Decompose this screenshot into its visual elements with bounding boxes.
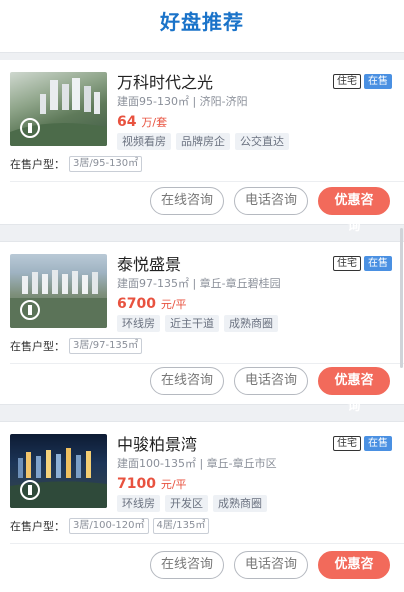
unit-chip: 3居/100-120㎡ (69, 518, 149, 534)
phone-consult-button[interactable]: 电话咨询 (234, 187, 308, 215)
page-title: 好盘推荐 (160, 10, 244, 34)
listing-badges: 住宅 在售 (333, 74, 392, 89)
phone-consult-button[interactable]: 电话咨询 (234, 367, 308, 395)
listing-badges: 住宅 在售 (333, 256, 392, 271)
feature-tag: 环线房 (117, 495, 160, 512)
price-value: 7100 (117, 476, 156, 492)
section-divider (0, 52, 404, 60)
discount-consult-button[interactable]: 优惠咨询 (318, 187, 390, 234)
online-consult-button[interactable]: 在线咨询 (150, 551, 224, 579)
listing-meta: 建面100-135㎡ | 章丘-章丘市区 (117, 457, 277, 470)
feature-tag: 视频看房 (117, 133, 171, 150)
action-buttons: 在线咨询 电话咨询 优惠咨询 (150, 367, 390, 414)
units-label: 在售户型： (10, 520, 65, 533)
discount-consult-button[interactable]: 优惠咨询 (318, 367, 390, 414)
units-row: 在售户型： 3居/97-135㎡ (10, 337, 394, 355)
unit-chip: 4居/135㎡ (152, 518, 210, 534)
price-value: 6700 (117, 296, 156, 312)
listing-card[interactable]: 泰悦盛景 建面97-135㎡ | 章丘-章丘碧桂园 6700 元/平 环线房 近… (0, 242, 404, 414)
listing-area: 建面95-130㎡ (117, 95, 189, 108)
listing-card[interactable]: 万科时代之光 建面95-130㎡ | 济阳-济阳 64 万/套 视频看房 品牌房… (0, 60, 404, 234)
listing-card[interactable]: 中骏柏景湾 建面100-135㎡ | 章丘-章丘市区 7100 元/平 环线房 … (0, 422, 404, 592)
units-row: 在售户型： 3居/95-130㎡ (10, 155, 394, 173)
unit-chip: 3居/95-130㎡ (69, 156, 143, 172)
listing-price: 7100 元/平 (117, 475, 394, 493)
online-consult-button[interactable]: 在线咨询 (150, 187, 224, 215)
listing-tags: 环线房 近主干道 成熟商圈 (117, 315, 394, 332)
listing-area: 建面100-135㎡ (117, 457, 196, 470)
property-type-badge: 住宅 (333, 256, 361, 271)
video-play-icon[interactable] (20, 480, 40, 500)
page-header: 好盘推荐 (0, 0, 404, 52)
online-consult-button[interactable]: 在线咨询 (150, 367, 224, 395)
card-divider (10, 181, 404, 182)
listing-region: 章丘-章丘市区 (206, 457, 277, 470)
scrollbar[interactable] (400, 228, 403, 368)
units-label: 在售户型： (10, 158, 65, 171)
card-divider (10, 543, 404, 544)
listing-meta: 建面95-130㎡ | 济阳-济阳 (117, 95, 248, 108)
property-type-badge: 住宅 (333, 436, 361, 451)
action-buttons: 在线咨询 电话咨询 优惠咨询 (150, 187, 390, 234)
price-value: 64 (117, 114, 137, 130)
feature-tag: 近主干道 (165, 315, 219, 332)
video-play-icon[interactable] (20, 300, 40, 320)
card-gap (0, 224, 404, 242)
action-buttons: 在线咨询 电话咨询 优惠咨询 (150, 551, 390, 592)
status-badge: 在售 (364, 74, 392, 89)
listing-badges: 住宅 在售 (333, 436, 392, 451)
units-label: 在售户型： (10, 340, 65, 353)
feature-tag: 公交直达 (235, 133, 289, 150)
listing-price: 64 万/套 (117, 113, 394, 131)
feature-tag: 开发区 (165, 495, 208, 512)
feature-tag: 成熟商圈 (224, 315, 278, 332)
card-gap (0, 404, 404, 422)
feature-tag: 环线房 (117, 315, 160, 332)
listing-region: 章丘-章丘碧桂园 (199, 277, 281, 290)
listing-tags: 环线房 开发区 成熟商圈 (117, 495, 394, 512)
video-play-icon[interactable] (20, 118, 40, 138)
listing-price: 6700 元/平 (117, 295, 394, 313)
price-unit: 万/套 (141, 116, 168, 129)
listing-tags: 视频看房 品牌房企 公交直达 (117, 133, 394, 150)
listing-thumbnail[interactable] (10, 254, 107, 328)
price-unit: 元/平 (160, 298, 187, 311)
listing-meta: 建面97-135㎡ | 章丘-章丘碧桂园 (117, 277, 281, 290)
status-badge: 在售 (364, 256, 392, 271)
listing-region: 济阳-济阳 (199, 95, 248, 108)
card-divider (10, 363, 404, 364)
unit-chip: 3居/97-135㎡ (69, 338, 143, 354)
discount-consult-button[interactable]: 优惠咨询 (318, 551, 390, 592)
feature-tag: 品牌房企 (176, 133, 230, 150)
listing-area: 建面97-135㎡ (117, 277, 189, 290)
listing-thumbnail[interactable] (10, 434, 107, 508)
listing-thumbnail[interactable] (10, 72, 107, 146)
price-unit: 元/平 (160, 478, 187, 491)
phone-consult-button[interactable]: 电话咨询 (234, 551, 308, 579)
units-row: 在售户型： 3居/100-120㎡ 4居/135㎡ (10, 517, 394, 535)
property-type-badge: 住宅 (333, 74, 361, 89)
status-badge: 在售 (364, 436, 392, 451)
feature-tag: 成熟商圈 (213, 495, 267, 512)
